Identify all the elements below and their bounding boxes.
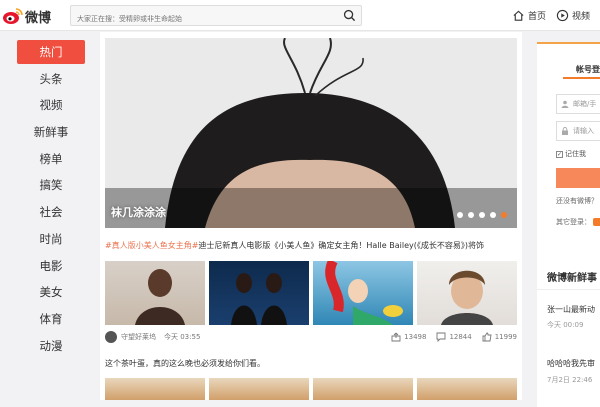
- sidebar-item-funny[interactable]: 搞笑: [17, 173, 85, 197]
- post-hashtag[interactable]: #真人版小美人鱼女主角#: [105, 241, 198, 250]
- post-stats: 13498 12844 11999: [391, 332, 517, 342]
- lock-icon: [562, 127, 568, 135]
- post-headline[interactable]: #真人版小美人鱼女主角#迪士尼新真人电影版《小美人鱼》确定女主角！Halle B…: [105, 240, 517, 251]
- thumbnail-image-art: [135, 269, 185, 325]
- avatar[interactable]: [105, 331, 117, 343]
- post-headline-2[interactable]: 这个茶叶蛋，真的这么晚也必须发给你们看。: [105, 358, 265, 369]
- sidebar-item-headlines[interactable]: 头条: [17, 67, 85, 91]
- thumbnail-image[interactable]: [209, 378, 309, 400]
- left-sidebar: 热门 头条 视频 新鲜事 榜单 搞笑 社会 时尚 电影 美女 体育 动漫: [0, 32, 100, 400]
- remember-me[interactable]: ✓ 记住我: [556, 149, 586, 159]
- sidebar-item-video[interactable]: 视频: [17, 93, 85, 117]
- remember-checkbox[interactable]: ✓: [556, 150, 563, 158]
- carousel-dot[interactable]: [457, 212, 463, 218]
- news-title: 微博新鲜事: [547, 273, 597, 284]
- thumbnail-image[interactable]: [417, 378, 517, 400]
- hero-carousel[interactable]: 袜几涂涂涂: [105, 38, 517, 228]
- register-prompt[interactable]: 还没有微博？: [556, 196, 598, 206]
- post-meta: 守望好莱坞 今天 03:55 13498 12844 11999: [105, 330, 517, 344]
- post-text: 迪士尼新真人电影版《小美人鱼》确定女主角！Halle Bailey(《成长不容易…: [198, 241, 484, 250]
- thumbnail-image[interactable]: [313, 261, 413, 325]
- carousel-dot[interactable]: [468, 212, 474, 218]
- comment-button[interactable]: 12844: [436, 332, 472, 342]
- nav-video[interactable]: 视频: [556, 7, 590, 23]
- user-icon: [561, 100, 569, 108]
- other-login-label: 其它登录：: [556, 218, 591, 226]
- main-feed: 袜几涂涂涂 #真人版小美人鱼女主角#迪士尼新真人电影版《小美人鱼》确定女主角！H…: [100, 32, 522, 400]
- thumbnail-image-art: [231, 273, 287, 325]
- tab-underline: [563, 77, 600, 79]
- thumbnail-image[interactable]: [105, 378, 205, 400]
- hero-image: [105, 38, 517, 228]
- thumbnail-image[interactable]: [417, 261, 517, 325]
- password-field[interactable]: 请输入: [556, 121, 600, 141]
- right-panel: 帐号登 邮箱/手 请输入 ✓ 记住我 还没有微博？ 其它登录： 微博新鲜事 张一…: [537, 42, 600, 407]
- news-item[interactable]: 张一山最新动: [547, 304, 595, 315]
- comment-icon: [436, 332, 446, 342]
- divider: [537, 289, 600, 290]
- sidebar-item-society[interactable]: 社会: [17, 200, 85, 224]
- weibo-logo[interactable]: 微博: [2, 5, 51, 27]
- tab-account-login[interactable]: 帐号登: [576, 64, 600, 75]
- thumbnail-image[interactable]: [313, 378, 413, 400]
- carousel-dot-active[interactable]: [501, 212, 507, 218]
- post-thumbnails: [105, 261, 517, 325]
- nav-home-label: 首页: [528, 11, 547, 22]
- comment-count: 12844: [449, 333, 472, 341]
- hero-caption[interactable]: 袜几涂涂涂: [111, 204, 166, 220]
- username-placeholder: 邮箱/手: [573, 100, 597, 108]
- sidebar-item-fashion[interactable]: 时尚: [17, 227, 85, 251]
- search-input[interactable]: [71, 9, 331, 29]
- password-placeholder: 请输入: [573, 127, 594, 135]
- like-icon: [482, 332, 492, 342]
- thumbnail-image-art: [441, 270, 493, 325]
- nav-home[interactable]: 首页: [512, 7, 546, 23]
- logo-text: 微博: [25, 10, 52, 26]
- sidebar-item-beauty[interactable]: 美女: [17, 280, 85, 304]
- sidebar-item-hot[interactable]: 热门: [17, 40, 85, 64]
- search-box[interactable]: [70, 5, 362, 29]
- post-author[interactable]: 守望好莱坞: [121, 332, 156, 342]
- news-panel: 微博新鲜事 张一山最新动 今天 00:09 哈哈哈我先审 7月2日 22:46: [537, 247, 600, 407]
- post-time: 今天 03:55: [164, 333, 201, 341]
- share-count: 13498: [404, 333, 427, 341]
- nav-video-label: 视频: [572, 11, 591, 22]
- sidebar-item-anime[interactable]: 动漫: [17, 334, 85, 358]
- news-time: 7月2日 22:46: [547, 376, 593, 384]
- thumbnail-image[interactable]: [209, 261, 309, 325]
- like-button[interactable]: 11999: [482, 332, 517, 342]
- news-time: 今天 00:09: [547, 321, 584, 329]
- top-bar: 微博 首页 视频: [0, 0, 600, 31]
- carousel-dot[interactable]: [479, 212, 485, 218]
- home-icon: [513, 10, 524, 21]
- sidebar-item-rankings[interactable]: 榜单: [17, 147, 85, 171]
- sidebar-item-sports[interactable]: 体育: [17, 307, 85, 331]
- share-button[interactable]: 13498: [391, 332, 426, 342]
- search-icon[interactable]: [343, 9, 356, 22]
- thumbnail-image-art: [325, 261, 403, 325]
- third-party-login-icon[interactable]: [593, 218, 600, 226]
- post-thumbnails-2: [105, 378, 517, 400]
- sidebar-item-movie[interactable]: 电影: [17, 254, 85, 278]
- sidebar-item-fresh[interactable]: 新鲜事: [17, 120, 85, 144]
- like-count: 11999: [494, 333, 517, 341]
- news-item[interactable]: 哈哈哈我先审: [547, 358, 595, 369]
- carousel-dot[interactable]: [490, 212, 496, 218]
- remember-label: 记住我: [565, 150, 586, 158]
- weibo-logo-icon: [3, 8, 23, 24]
- thumbnail-image[interactable]: [105, 261, 205, 325]
- username-field[interactable]: 邮箱/手: [556, 94, 600, 114]
- video-icon: [556, 9, 569, 21]
- carousel-dots: [457, 212, 507, 218]
- share-icon: [391, 332, 401, 342]
- other-login[interactable]: 其它登录：: [556, 217, 600, 227]
- login-box: 帐号登 邮箱/手 请输入 ✓ 记住我 还没有微博？ 其它登录：: [537, 42, 600, 240]
- login-button[interactable]: [556, 168, 600, 188]
